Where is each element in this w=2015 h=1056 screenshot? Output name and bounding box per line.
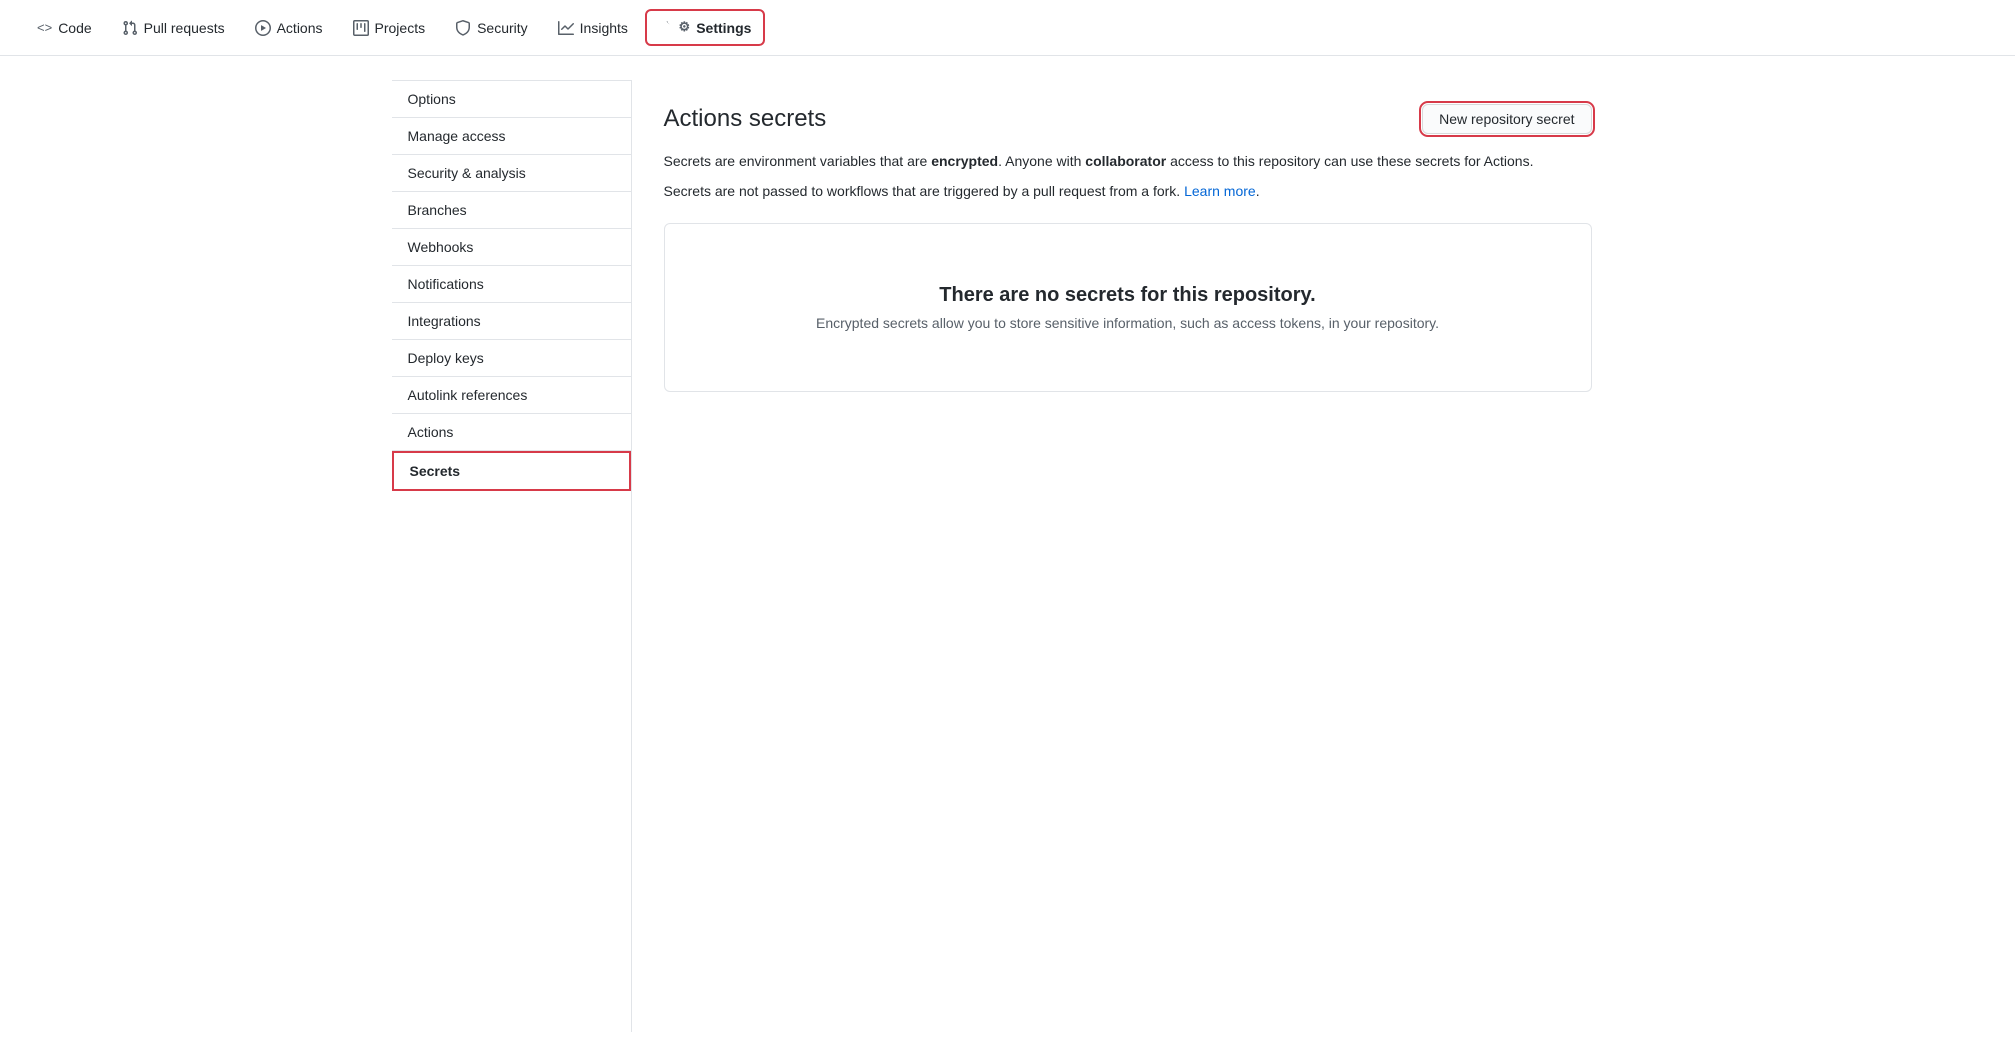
desc-text-1: Secrets are environment variables that a… bbox=[664, 153, 932, 169]
nav-actions-label: Actions bbox=[277, 20, 323, 36]
desc-text-4: Secrets are not passed to workflows that… bbox=[664, 183, 1185, 199]
code-icon: <> bbox=[37, 20, 52, 35]
projects-icon bbox=[353, 19, 369, 36]
nav-security-label: Security bbox=[477, 20, 528, 36]
insights-icon bbox=[558, 19, 574, 36]
learn-more-link[interactable]: Learn more bbox=[1184, 183, 1256, 199]
nav-insights-label: Insights bbox=[580, 20, 628, 36]
empty-secrets-box: There are no secrets for this repository… bbox=[664, 223, 1592, 392]
main-content: Actions secrets New repository secret Se… bbox=[632, 80, 1624, 1032]
desc-text-5: . bbox=[1256, 183, 1260, 199]
desc-text-3: access to this repository can use these … bbox=[1166, 153, 1533, 169]
description-line1: Secrets are environment variables that a… bbox=[664, 150, 1592, 172]
nav-actions[interactable]: Actions bbox=[242, 10, 336, 45]
sidebar-item-webhooks[interactable]: Webhooks bbox=[392, 229, 631, 266]
sidebar-item-autolink-references[interactable]: Autolink references bbox=[392, 377, 631, 414]
main-container: Options Manage access Security & analysi… bbox=[368, 56, 1648, 1056]
nav-pull-requests[interactable]: Pull requests bbox=[109, 10, 238, 45]
sidebar-item-deploy-keys[interactable]: Deploy keys bbox=[392, 340, 631, 377]
top-nav: <> Code Pull requests Actions bbox=[0, 0, 2015, 56]
page-title: Actions secrets bbox=[664, 105, 827, 133]
nav-projects-label: Projects bbox=[375, 20, 426, 36]
pull-request-icon bbox=[122, 19, 138, 36]
description-line2: Secrets are not passed to workflows that… bbox=[664, 180, 1592, 202]
settings-icon: ⚙ bbox=[659, 19, 690, 36]
desc-bold-collaborator: collaborator bbox=[1085, 153, 1166, 169]
sidebar-item-integrations[interactable]: Integrations bbox=[392, 303, 631, 340]
nav-pull-requests-label: Pull requests bbox=[144, 20, 225, 36]
desc-bold-encrypted: encrypted bbox=[931, 153, 998, 169]
page-wrapper: <> Code Pull requests Actions bbox=[0, 0, 2015, 1056]
actions-icon bbox=[255, 19, 271, 36]
sidebar: Options Manage access Security & analysi… bbox=[392, 80, 632, 1032]
sidebar-item-secrets[interactable]: Secrets bbox=[392, 451, 631, 491]
content-header: Actions secrets New repository secret bbox=[664, 104, 1592, 134]
nav-projects[interactable]: Projects bbox=[340, 10, 439, 45]
nav-settings[interactable]: ⚙ Settings bbox=[645, 9, 766, 46]
new-repository-secret-button[interactable]: New repository secret bbox=[1422, 104, 1591, 134]
sidebar-item-branches[interactable]: Branches bbox=[392, 192, 631, 229]
nav-code-label: Code bbox=[58, 20, 91, 36]
empty-box-title: There are no secrets for this repository… bbox=[689, 284, 1567, 307]
sidebar-item-manage-access[interactable]: Manage access bbox=[392, 118, 631, 155]
sidebar-item-notifications[interactable]: Notifications bbox=[392, 266, 631, 303]
sidebar-item-security-analysis[interactable]: Security & analysis bbox=[392, 155, 631, 192]
nav-settings-label: Settings bbox=[696, 20, 751, 36]
nav-security[interactable]: Security bbox=[442, 10, 541, 45]
sidebar-item-actions[interactable]: Actions bbox=[392, 414, 631, 451]
security-icon bbox=[455, 19, 471, 36]
empty-box-subtitle: Encrypted secrets allow you to store sen… bbox=[689, 315, 1567, 331]
nav-code[interactable]: <> Code bbox=[24, 11, 105, 45]
desc-text-2: . Anyone with bbox=[998, 153, 1085, 169]
nav-insights[interactable]: Insights bbox=[545, 10, 641, 45]
sidebar-item-options[interactable]: Options bbox=[392, 80, 631, 118]
